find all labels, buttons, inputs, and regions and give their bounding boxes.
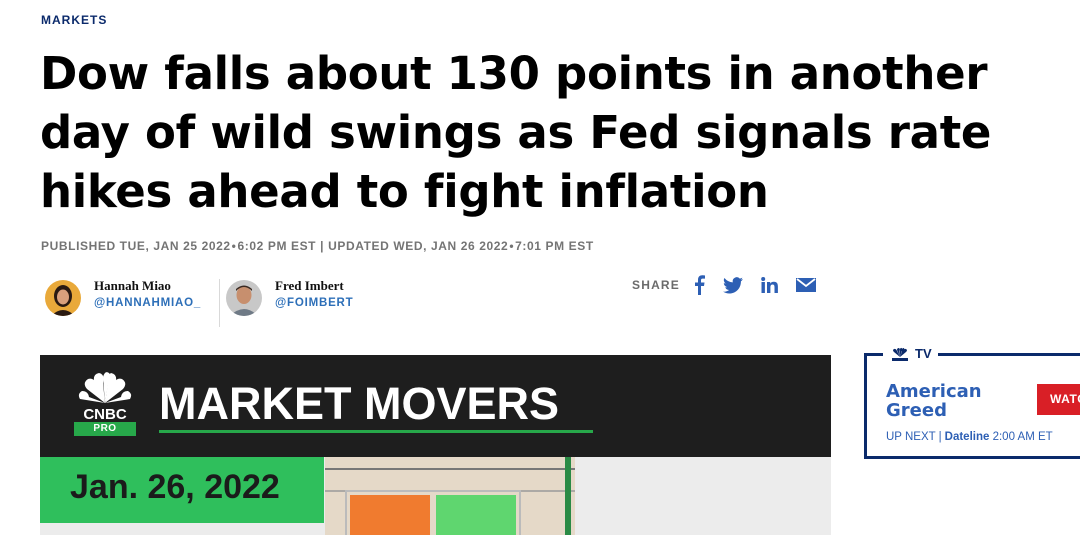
published-time: 6:02 PM EST [237,239,317,253]
up-next-separator: | [938,431,942,443]
author-name[interactable]: Hannah Miao [94,279,201,293]
author-avatar[interactable] [226,280,262,316]
section-link-markets[interactable]: MARKETS [41,13,107,27]
author-divider [219,279,220,327]
share-bar: SHARE [632,274,834,296]
up-next-label: UP NEXT [886,431,936,443]
up-next: UP NEXT | Dateline 2:00 AM ET [886,431,1053,443]
pro-badge: PRO [74,422,136,436]
author-name[interactable]: Fred Imbert [275,279,353,293]
tv-tab: TV [883,346,938,361]
show-title-line-2: Greed [886,400,947,421]
article-timestamps: PUBLISHED TUE, JAN 25 2022•6:02 PM EST | U… [41,239,594,253]
title-underline [159,430,593,433]
video-player-thumbnail[interactable]: CNBC PRO MARKET MOVERS Jan. 26, 2022 [40,355,831,535]
updated-time: 7:01 PM EST [515,239,594,253]
author-byline-fred: Fred Imbert @FOIMBERT [226,279,353,316]
updated-date: UPDATED WED, JAN 26 2022 [328,239,509,253]
tv-label: TV [915,346,932,361]
cnbc-logo-text: CNBC [83,406,126,423]
author-twitter-handle[interactable]: @FOIMBERT [275,297,353,309]
published-date: PUBLISHED TUE, JAN 25 2022 [41,239,231,253]
show-title-line-1: American [886,381,982,402]
article-headline: Dow falls about 130 points in another da… [40,47,992,218]
cnbc-peacock-icon [892,347,908,361]
email-icon[interactable] [796,274,817,296]
share-label: SHARE [632,278,681,292]
author-photo-hannah [45,280,81,316]
twitter-icon[interactable] [723,274,744,296]
up-next-show: Dateline [944,431,990,443]
current-show-title[interactable]: American Greed [886,382,982,420]
author-byline-hannah: Hannah Miao @HANNAHMIAO_ [45,279,201,316]
author-avatar[interactable] [45,280,81,316]
linkedin-icon[interactable] [761,274,778,296]
up-next-time: 2:00 AM ET [992,431,1053,443]
facebook-icon[interactable] [694,274,706,296]
cnbc-tv-widget: TV American Greed WATC UP NEXT|Dateline … [864,346,1080,459]
author-photo-fred [226,280,262,316]
video-date: Jan. 26, 2022 [70,468,280,506]
timestamp-separator: | [320,239,325,253]
watch-live-button[interactable]: WATC [1037,384,1080,415]
video-title: MARKET MOVERS [159,378,560,429]
author-twitter-handle[interactable]: @HANNAHMIAO_ [94,297,201,309]
